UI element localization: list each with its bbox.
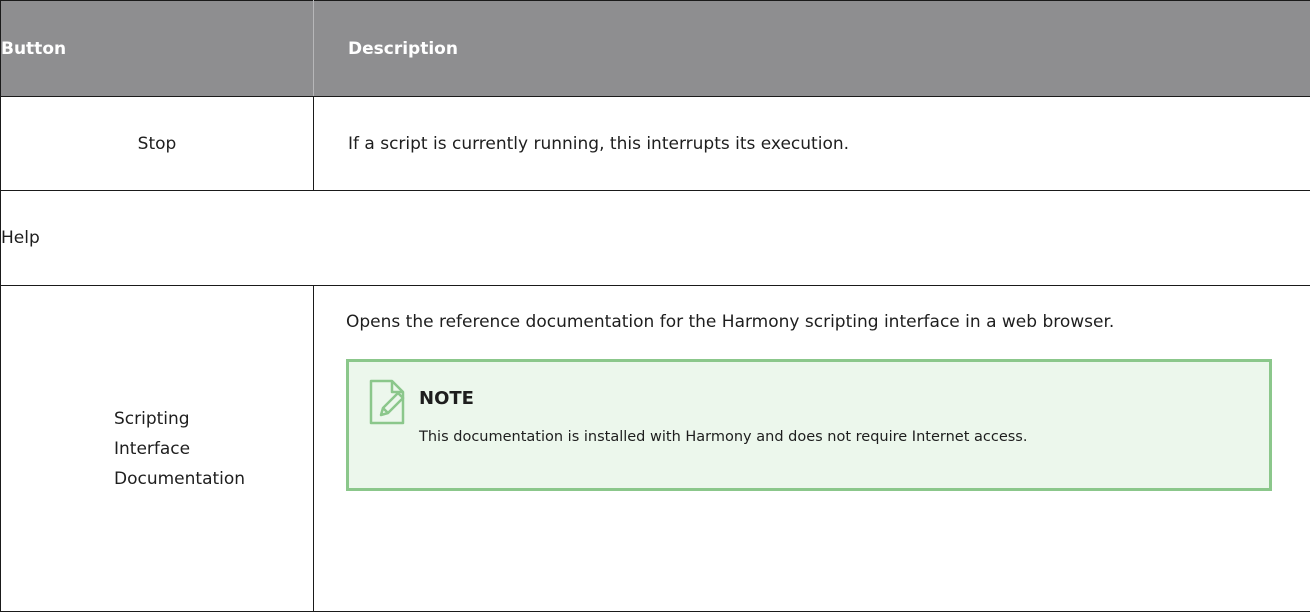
button-name-cell: Scripting Interface Documentation bbox=[0, 285, 314, 612]
note-box: NOTE This documentation is installed wit… bbox=[346, 359, 1272, 491]
description-cell: If a script is currently running, this i… bbox=[313, 96, 1310, 191]
button-name-line: Interface bbox=[114, 438, 191, 459]
button-name-line: Scripting bbox=[114, 408, 190, 429]
group-row: Help bbox=[0, 190, 1310, 286]
table-row: Scripting Interface Documentation Opens … bbox=[0, 285, 1310, 612]
description-text: Opens the reference documentation for th… bbox=[346, 312, 1115, 332]
button-name-line: Documentation bbox=[114, 468, 246, 489]
button-name-cell: Stop bbox=[0, 96, 314, 191]
header-description: Description bbox=[313, 0, 1310, 97]
description-cell: Opens the reference documentation for th… bbox=[313, 285, 1310, 612]
note-title: NOTE bbox=[419, 388, 474, 409]
button-reference-table: Button Description Stop If a script is c… bbox=[0, 0, 1310, 612]
note-body: This documentation is installed with Har… bbox=[419, 429, 1028, 445]
header-button: Button bbox=[0, 0, 314, 97]
table-header-row: Button Description bbox=[0, 0, 1310, 97]
note-pencil-icon bbox=[369, 379, 405, 425]
group-heading-help: Help bbox=[0, 190, 1310, 286]
table-row: Stop If a script is currently running, t… bbox=[0, 96, 1310, 191]
